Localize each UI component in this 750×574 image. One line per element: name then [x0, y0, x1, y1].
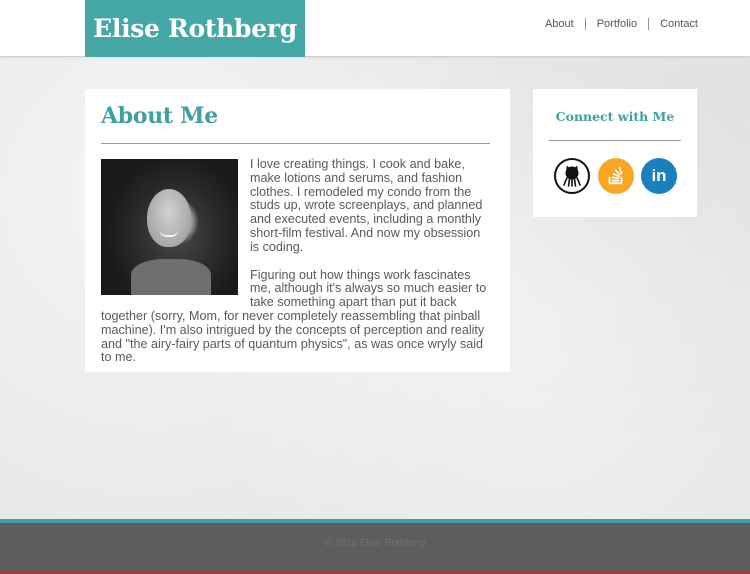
linkedin-icon[interactable]: in	[641, 158, 677, 194]
social-links: in	[549, 158, 681, 194]
stackoverflow-glyph-icon	[608, 166, 623, 185]
github-icon[interactable]	[554, 158, 590, 194]
profile-photo-face	[147, 189, 191, 247]
main-nav: About Portfolio Contact	[534, 17, 698, 31]
about-body: I love creating things. I cook and bake,…	[101, 157, 490, 365]
profile-photo-scarf	[131, 259, 211, 295]
connect-card: Connect with Me in	[533, 89, 697, 217]
about-title: About Me	[101, 103, 218, 129]
connect-divider	[549, 140, 681, 141]
site-footer: © 2016 Elise Rothberg	[0, 523, 750, 574]
stackoverflow-icon[interactable]	[597, 158, 634, 194]
github-octocat-icon	[563, 165, 581, 187]
nav-portfolio-link[interactable]: Portfolio	[586, 17, 648, 31]
nav-contact-link[interactable]: Contact	[649, 17, 698, 31]
about-divider	[101, 143, 490, 144]
about-card: About Me I love creating things. I cook …	[85, 89, 510, 372]
site-logo[interactable]: Elise Rothberg	[85, 0, 305, 57]
site-header: Elise Rothberg About Portfolio Contact	[0, 0, 750, 57]
nav-about-link[interactable]: About	[534, 17, 585, 31]
profile-photo	[101, 159, 238, 295]
footer-copyright: © 2016 Elise Rothberg	[324, 538, 426, 549]
connect-title: Connect with Me	[555, 109, 675, 124]
